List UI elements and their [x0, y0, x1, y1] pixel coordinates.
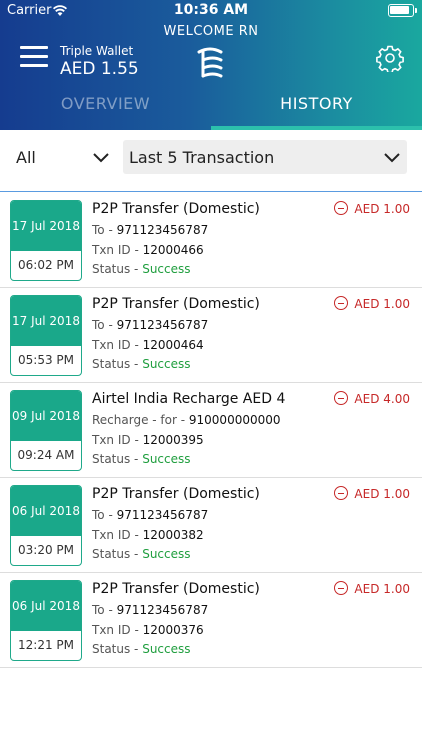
- transaction-amount: AED 1.00: [334, 296, 410, 311]
- transaction-amount: AED 1.00: [334, 201, 410, 216]
- transaction-party: To - 971123456787: [92, 223, 209, 237]
- transaction-id: Txn ID - 12000376: [92, 623, 204, 637]
- transaction-id: Txn ID - 12000466: [92, 243, 204, 257]
- transaction-amount: AED 1.00: [334, 581, 410, 596]
- hamburger-menu-button[interactable]: [20, 46, 48, 68]
- transaction-status: Status - Success: [92, 642, 191, 656]
- transaction-row[interactable]: 17 Jul 2018 05:53 PM P2P Transfer (Domes…: [0, 288, 422, 383]
- transaction-status: Status - Success: [92, 452, 191, 466]
- transaction-row[interactable]: 06 Jul 2018 12:21 PM P2P Transfer (Domes…: [0, 573, 422, 668]
- type-filter-dropdown[interactable]: All: [8, 140, 113, 174]
- type-filter-value: All: [16, 148, 36, 167]
- chevron-down-icon: [93, 153, 109, 163]
- transaction-amount: AED 1.00: [334, 486, 410, 501]
- tab-history[interactable]: HISTORY: [211, 86, 422, 130]
- transaction-time: 12:21 PM: [18, 638, 74, 652]
- app-header: Carrier 10:36 AM WELCOME RN Triple Walle…: [0, 0, 422, 130]
- wallet-name: Triple Wallet: [60, 44, 134, 58]
- transaction-date-badge: 17 Jul 2018 06:02 PM: [10, 200, 82, 281]
- transaction-status: Status - Success: [92, 547, 191, 561]
- transaction-row[interactable]: 17 Jul 2018 06:02 PM P2P Transfer (Domes…: [0, 193, 422, 288]
- menu-bar-icon: [20, 46, 48, 49]
- transaction-date: 09 Jul 2018: [11, 391, 81, 441]
- transaction-title: P2P Transfer (Domestic): [92, 296, 260, 312]
- transaction-title: P2P Transfer (Domestic): [92, 201, 260, 217]
- transaction-date-badge: 06 Jul 2018 03:20 PM: [10, 485, 82, 566]
- battery-icon: [388, 4, 417, 17]
- minus-circle-icon: [334, 581, 349, 595]
- transaction-time: 06:02 PM: [18, 258, 74, 272]
- transaction-date: 17 Jul 2018: [11, 201, 81, 251]
- transaction-party: To - 971123456787: [92, 508, 209, 522]
- transaction-title: P2P Transfer (Domestic): [92, 581, 260, 597]
- transaction-date: 06 Jul 2018: [11, 486, 81, 536]
- menu-bar-icon: [20, 64, 48, 67]
- minus-circle-icon: [334, 391, 349, 405]
- transaction-party: To - 971123456787: [92, 603, 209, 617]
- app-logo-icon: [197, 47, 223, 78]
- transaction-amount: AED 4.00: [334, 391, 410, 406]
- status-bar: Carrier 10:36 AM: [0, 0, 422, 22]
- transaction-id: Txn ID - 12000464: [92, 338, 204, 352]
- minus-circle-icon: [334, 201, 349, 215]
- transaction-time: 03:20 PM: [18, 543, 74, 557]
- transaction-date: 17 Jul 2018: [11, 296, 81, 346]
- transaction-status: Status - Success: [92, 357, 191, 371]
- minus-circle-icon: [334, 296, 349, 310]
- transaction-row[interactable]: 09 Jul 2018 09:24 AM Airtel India Rechar…: [0, 383, 422, 478]
- transaction-date-badge: 09 Jul 2018 09:24 AM: [10, 390, 82, 471]
- transaction-time: 09:24 AM: [17, 448, 75, 462]
- transaction-id: Txn ID - 12000382: [92, 528, 204, 542]
- wallet-balance: AED 1.55: [60, 59, 139, 79]
- transaction-title: Airtel India Recharge AED 4: [92, 391, 286, 407]
- period-filter-dropdown[interactable]: Last 5 Transaction: [123, 140, 407, 174]
- filter-bar: All Last 5 Transaction: [0, 130, 422, 192]
- transaction-party: To - 971123456787: [92, 318, 209, 332]
- settings-gear-icon[interactable]: [376, 44, 404, 72]
- transaction-id: Txn ID - 12000395: [92, 433, 204, 447]
- minus-circle-icon: [334, 486, 349, 500]
- transaction-date-badge: 17 Jul 2018 05:53 PM: [10, 295, 82, 376]
- transaction-party: Recharge - for - 910000000000: [92, 413, 281, 427]
- tab-overview[interactable]: OVERVIEW: [0, 86, 211, 130]
- welcome-text: WELCOME RN: [163, 24, 259, 39]
- chevron-down-icon: [384, 153, 400, 163]
- transaction-title: P2P Transfer (Domestic): [92, 486, 260, 502]
- transaction-date-badge: 06 Jul 2018 12:21 PM: [10, 580, 82, 661]
- clock: 10:36 AM: [173, 2, 249, 18]
- period-filter-value: Last 5 Transaction: [129, 148, 275, 167]
- transaction-time: 05:53 PM: [18, 353, 74, 367]
- transaction-row[interactable]: 06 Jul 2018 03:20 PM P2P Transfer (Domes…: [0, 478, 422, 573]
- transaction-date: 06 Jul 2018: [11, 581, 81, 631]
- menu-bar-icon: [20, 55, 48, 58]
- transaction-status: Status - Success: [92, 262, 191, 276]
